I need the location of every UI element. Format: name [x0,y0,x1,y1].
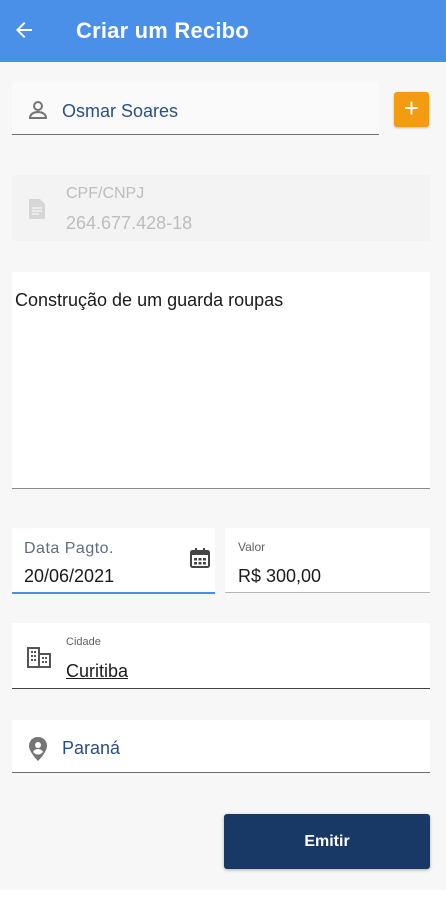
client-name: Osmar Soares [62,101,179,121]
amount-value: R$ 300,00 [238,566,322,586]
state-field[interactable]: Paraná [12,720,430,773]
payment-date-value: 20/06/2021 [24,566,115,586]
state-value: Paraná [62,738,121,758]
description-value: Construção de um guarda roupas [15,290,284,310]
bottom-strip [0,890,446,900]
document-icon [26,197,48,221]
cpf-cnpj-field: CPF/CNPJ 264.677.428-18 [12,175,430,241]
payment-date-label: Data Pagto. [24,540,114,557]
submit-button[interactable]: Emitir [224,814,430,869]
cpf-cnpj-label: CPF/CNPJ [66,185,145,202]
client-field[interactable]: Osmar Soares [12,82,379,135]
page-title: Criar um Recibo [76,18,249,43]
arrow-left-icon[interactable] [12,18,36,42]
add-client-button[interactable]: + [394,92,429,127]
building-icon [26,645,52,669]
calendar-icon[interactable] [188,546,212,570]
city-field[interactable]: Cidade Curitiba [12,623,430,689]
cpf-cnpj-value: 264.677.428-18 [66,213,193,233]
app-bar: Criar um Recibo [0,0,446,62]
amount-field[interactable]: Valor R$ 300,00 [225,528,430,593]
city-label: Cidade [66,636,101,648]
city-value: Curitiba [66,661,129,681]
payment-date-field[interactable]: Data Pagto. 20/06/2021 [12,528,215,594]
description-textarea[interactable]: Construção de um guarda roupas [12,272,430,489]
person-icon [26,98,50,122]
amount-label: Valor [238,540,266,554]
location-person-icon [26,736,50,762]
